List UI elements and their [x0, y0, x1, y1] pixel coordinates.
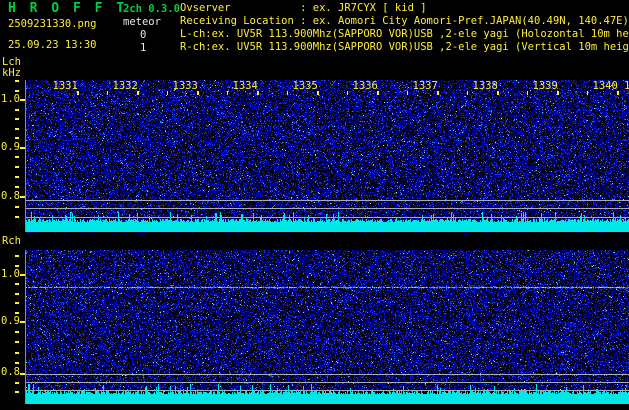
- freq-tick: [15, 312, 19, 314]
- freq-tick: [15, 137, 19, 139]
- freq-tick: [15, 293, 19, 295]
- rch-description-line: R-ch:ex. UV5R 113.900Mhz(SAPPORO VOR)USB…: [180, 42, 629, 53]
- freq-tick: [15, 362, 19, 364]
- datetime-label: 25.09.23 13:30: [8, 40, 97, 51]
- freq-tick: [20, 196, 25, 198]
- time-label-partial: 1: [624, 81, 629, 91]
- freq-tick: [15, 302, 19, 304]
- freq-tick: [15, 331, 19, 333]
- freq-tick: [20, 274, 25, 276]
- time-label: 1339: [533, 81, 558, 91]
- freq-tick: [15, 382, 19, 384]
- freq-tick: [15, 166, 19, 168]
- freq-tick: [15, 283, 19, 285]
- time-label: 1338: [473, 81, 498, 91]
- lch-spectrogram: [25, 80, 629, 236]
- mode-label: meteor: [123, 17, 161, 28]
- freq-tick: [15, 341, 19, 343]
- freq-tick: [15, 352, 19, 354]
- time-label: 1333: [173, 81, 198, 91]
- freq-tick: [15, 255, 19, 257]
- meteor-count-ch1: 1: [140, 43, 146, 54]
- freq-tick: [15, 391, 19, 393]
- rch-spectrogram: [25, 250, 629, 410]
- freq-tick: [20, 147, 25, 149]
- time-label: 1337: [413, 81, 438, 91]
- time-label: 1334: [233, 81, 258, 91]
- freq-tick: [15, 128, 19, 130]
- freq-tick: [15, 176, 19, 178]
- app-title: H R O F F T: [8, 3, 127, 14]
- freq-tick: [15, 265, 19, 267]
- rch-freq-label-0_8: 0.8: [1, 367, 20, 378]
- output-filename: 2509231330.png: [8, 19, 97, 30]
- freq-tick: [15, 206, 19, 208]
- time-label: 1331: [53, 81, 78, 91]
- freq-tick: [20, 321, 25, 323]
- hrofft-screen: H R O F F T 2ch 0.3.0 2509231330.png met…: [0, 0, 629, 410]
- freq-tick: [15, 109, 19, 111]
- freq-tick: [15, 186, 19, 188]
- app-version: 2ch 0.3.0: [123, 4, 180, 15]
- rch-freq-label-1_0: 1.0: [1, 269, 20, 280]
- location-line: Receiving Location : ex. Aomori City Aom…: [180, 16, 629, 27]
- observer-line: Ovserver : ex. JR7CYX [ kid ]: [180, 3, 427, 14]
- freq-tick: [15, 156, 19, 158]
- lch-freq-label-0_9: 0.9: [1, 142, 20, 153]
- khz-unit-label: kHz: [2, 68, 21, 79]
- freq-tick: [15, 118, 19, 120]
- freq-tick: [15, 90, 19, 92]
- time-label: 1332: [113, 81, 138, 91]
- time-label: 1335: [293, 81, 318, 91]
- lch-freq-label-0_8: 0.8: [1, 191, 20, 202]
- rch-channel-label: Rch: [2, 236, 21, 247]
- freq-tick: [15, 80, 19, 82]
- time-label: 1336: [353, 81, 378, 91]
- lch-description-line: L-ch:ex. UV5R 113.900Mhz(SAPPORO VOR)USB…: [180, 29, 629, 40]
- meteor-count-ch0: 0: [140, 30, 146, 41]
- rch-freq-label-0_9: 0.9: [1, 316, 20, 327]
- freq-tick: [15, 216, 19, 218]
- freq-tick: [20, 99, 25, 101]
- freq-tick: [20, 373, 25, 375]
- time-label: 1340: [593, 81, 618, 91]
- lch-freq-label-1_0: 1.0: [1, 94, 20, 105]
